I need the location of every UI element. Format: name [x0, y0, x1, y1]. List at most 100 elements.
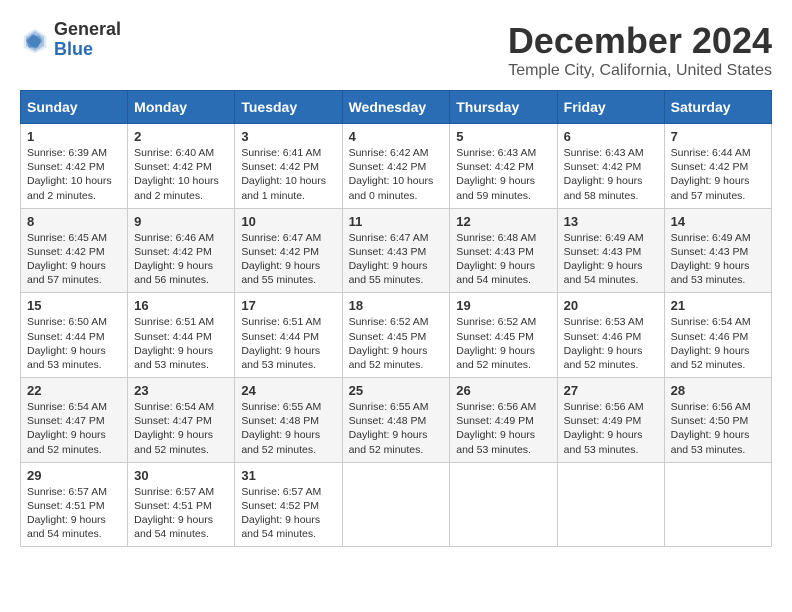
- day-info: Sunrise: 6:43 AM Sunset: 4:42 PM Dayligh…: [456, 146, 550, 203]
- calendar-cell: 31 Sunrise: 6:57 AM Sunset: 4:52 PM Dayl…: [235, 462, 342, 547]
- day-info: Sunrise: 6:53 AM Sunset: 4:46 PM Dayligh…: [564, 315, 658, 372]
- day-info: Sunrise: 6:52 AM Sunset: 4:45 PM Dayligh…: [349, 315, 444, 372]
- day-info: Sunrise: 6:56 AM Sunset: 4:49 PM Dayligh…: [564, 400, 658, 457]
- day-number: 2: [134, 129, 228, 144]
- day-info: Sunrise: 6:48 AM Sunset: 4:43 PM Dayligh…: [456, 231, 550, 288]
- day-info: Sunrise: 6:43 AM Sunset: 4:42 PM Dayligh…: [564, 146, 658, 203]
- calendar-cell: 6 Sunrise: 6:43 AM Sunset: 4:42 PM Dayli…: [557, 124, 664, 209]
- day-info: Sunrise: 6:41 AM Sunset: 4:42 PM Dayligh…: [241, 146, 335, 203]
- day-number: 11: [349, 214, 444, 229]
- calendar-cell: 18 Sunrise: 6:52 AM Sunset: 4:45 PM Dayl…: [342, 293, 450, 378]
- day-info: Sunrise: 6:54 AM Sunset: 4:47 PM Dayligh…: [27, 400, 121, 457]
- calendar-week-row: 8 Sunrise: 6:45 AM Sunset: 4:42 PM Dayli…: [21, 208, 772, 293]
- calendar-cell: 20 Sunrise: 6:53 AM Sunset: 4:46 PM Dayl…: [557, 293, 664, 378]
- day-number: 19: [456, 298, 550, 313]
- column-header-tuesday: Tuesday: [235, 91, 342, 124]
- day-number: 30: [134, 468, 228, 483]
- day-info: Sunrise: 6:51 AM Sunset: 4:44 PM Dayligh…: [134, 315, 228, 372]
- day-number: 26: [456, 383, 550, 398]
- day-number: 31: [241, 468, 335, 483]
- calendar-cell: 7 Sunrise: 6:44 AM Sunset: 4:42 PM Dayli…: [664, 124, 771, 209]
- calendar-cell: 21 Sunrise: 6:54 AM Sunset: 4:46 PM Dayl…: [664, 293, 771, 378]
- day-number: 17: [241, 298, 335, 313]
- calendar-header-row: SundayMondayTuesdayWednesdayThursdayFrid…: [21, 91, 772, 124]
- day-info: Sunrise: 6:46 AM Sunset: 4:42 PM Dayligh…: [134, 231, 228, 288]
- day-number: 10: [241, 214, 335, 229]
- day-info: Sunrise: 6:47 AM Sunset: 4:42 PM Dayligh…: [241, 231, 335, 288]
- day-number: 8: [27, 214, 121, 229]
- day-number: 16: [134, 298, 228, 313]
- calendar-cell: 10 Sunrise: 6:47 AM Sunset: 4:42 PM Dayl…: [235, 208, 342, 293]
- calendar-cell: [450, 462, 557, 547]
- day-info: Sunrise: 6:47 AM Sunset: 4:43 PM Dayligh…: [349, 231, 444, 288]
- logo-icon: [20, 25, 50, 55]
- column-header-friday: Friday: [557, 91, 664, 124]
- column-header-wednesday: Wednesday: [342, 91, 450, 124]
- day-info: Sunrise: 6:56 AM Sunset: 4:49 PM Dayligh…: [456, 400, 550, 457]
- calendar-cell: 25 Sunrise: 6:55 AM Sunset: 4:48 PM Dayl…: [342, 378, 450, 463]
- calendar-cell: 3 Sunrise: 6:41 AM Sunset: 4:42 PM Dayli…: [235, 124, 342, 209]
- column-header-sunday: Sunday: [21, 91, 128, 124]
- day-number: 6: [564, 129, 658, 144]
- calendar-week-row: 22 Sunrise: 6:54 AM Sunset: 4:47 PM Dayl…: [21, 378, 772, 463]
- day-number: 18: [349, 298, 444, 313]
- calendar-table: SundayMondayTuesdayWednesdayThursdayFrid…: [20, 90, 772, 547]
- calendar-cell: 4 Sunrise: 6:42 AM Sunset: 4:42 PM Dayli…: [342, 124, 450, 209]
- calendar-cell: 19 Sunrise: 6:52 AM Sunset: 4:45 PM Dayl…: [450, 293, 557, 378]
- day-number: 28: [671, 383, 765, 398]
- column-header-saturday: Saturday: [664, 91, 771, 124]
- day-number: 14: [671, 214, 765, 229]
- day-number: 4: [349, 129, 444, 144]
- day-info: Sunrise: 6:56 AM Sunset: 4:50 PM Dayligh…: [671, 400, 765, 457]
- calendar-cell: [664, 462, 771, 547]
- day-number: 15: [27, 298, 121, 313]
- day-number: 25: [349, 383, 444, 398]
- calendar-cell: 29 Sunrise: 6:57 AM Sunset: 4:51 PM Dayl…: [21, 462, 128, 547]
- calendar-cell: 17 Sunrise: 6:51 AM Sunset: 4:44 PM Dayl…: [235, 293, 342, 378]
- calendar-week-row: 15 Sunrise: 6:50 AM Sunset: 4:44 PM Dayl…: [21, 293, 772, 378]
- day-info: Sunrise: 6:49 AM Sunset: 4:43 PM Dayligh…: [671, 231, 765, 288]
- day-info: Sunrise: 6:51 AM Sunset: 4:44 PM Dayligh…: [241, 315, 335, 372]
- calendar-cell: 2 Sunrise: 6:40 AM Sunset: 4:42 PM Dayli…: [128, 124, 235, 209]
- day-number: 1: [27, 129, 121, 144]
- calendar-week-row: 1 Sunrise: 6:39 AM Sunset: 4:42 PM Dayli…: [21, 124, 772, 209]
- calendar-cell: [557, 462, 664, 547]
- calendar-cell: 8 Sunrise: 6:45 AM Sunset: 4:42 PM Dayli…: [21, 208, 128, 293]
- day-info: Sunrise: 6:57 AM Sunset: 4:51 PM Dayligh…: [134, 485, 228, 542]
- day-info: Sunrise: 6:57 AM Sunset: 4:52 PM Dayligh…: [241, 485, 335, 542]
- day-info: Sunrise: 6:45 AM Sunset: 4:42 PM Dayligh…: [27, 231, 121, 288]
- calendar-cell: [342, 462, 450, 547]
- day-info: Sunrise: 6:54 AM Sunset: 4:47 PM Dayligh…: [134, 400, 228, 457]
- day-number: 22: [27, 383, 121, 398]
- column-header-monday: Monday: [128, 91, 235, 124]
- calendar-cell: 24 Sunrise: 6:55 AM Sunset: 4:48 PM Dayl…: [235, 378, 342, 463]
- calendar-cell: 27 Sunrise: 6:56 AM Sunset: 4:49 PM Dayl…: [557, 378, 664, 463]
- day-number: 20: [564, 298, 658, 313]
- calendar-cell: 13 Sunrise: 6:49 AM Sunset: 4:43 PM Dayl…: [557, 208, 664, 293]
- day-info: Sunrise: 6:55 AM Sunset: 4:48 PM Dayligh…: [241, 400, 335, 457]
- calendar-cell: 11 Sunrise: 6:47 AM Sunset: 4:43 PM Dayl…: [342, 208, 450, 293]
- day-number: 12: [456, 214, 550, 229]
- calendar-cell: 28 Sunrise: 6:56 AM Sunset: 4:50 PM Dayl…: [664, 378, 771, 463]
- day-info: Sunrise: 6:50 AM Sunset: 4:44 PM Dayligh…: [27, 315, 121, 372]
- day-number: 3: [241, 129, 335, 144]
- day-info: Sunrise: 6:55 AM Sunset: 4:48 PM Dayligh…: [349, 400, 444, 457]
- day-info: Sunrise: 6:39 AM Sunset: 4:42 PM Dayligh…: [27, 146, 121, 203]
- day-number: 23: [134, 383, 228, 398]
- day-info: Sunrise: 6:57 AM Sunset: 4:51 PM Dayligh…: [27, 485, 121, 542]
- calendar-week-row: 29 Sunrise: 6:57 AM Sunset: 4:51 PM Dayl…: [21, 462, 772, 547]
- logo-blue: Blue: [54, 40, 121, 60]
- day-info: Sunrise: 6:44 AM Sunset: 4:42 PM Dayligh…: [671, 146, 765, 203]
- day-info: Sunrise: 6:54 AM Sunset: 4:46 PM Dayligh…: [671, 315, 765, 372]
- calendar-cell: 23 Sunrise: 6:54 AM Sunset: 4:47 PM Dayl…: [128, 378, 235, 463]
- calendar-cell: 14 Sunrise: 6:49 AM Sunset: 4:43 PM Dayl…: [664, 208, 771, 293]
- day-number: 24: [241, 383, 335, 398]
- logo: General Blue: [20, 20, 121, 60]
- column-header-thursday: Thursday: [450, 91, 557, 124]
- page-container: General Blue December 2024 Temple City, …: [20, 20, 772, 547]
- day-number: 21: [671, 298, 765, 313]
- day-number: 7: [671, 129, 765, 144]
- day-info: Sunrise: 6:52 AM Sunset: 4:45 PM Dayligh…: [456, 315, 550, 372]
- subtitle: Temple City, California, United States: [508, 62, 772, 80]
- header: General Blue December 2024 Temple City, …: [20, 20, 772, 80]
